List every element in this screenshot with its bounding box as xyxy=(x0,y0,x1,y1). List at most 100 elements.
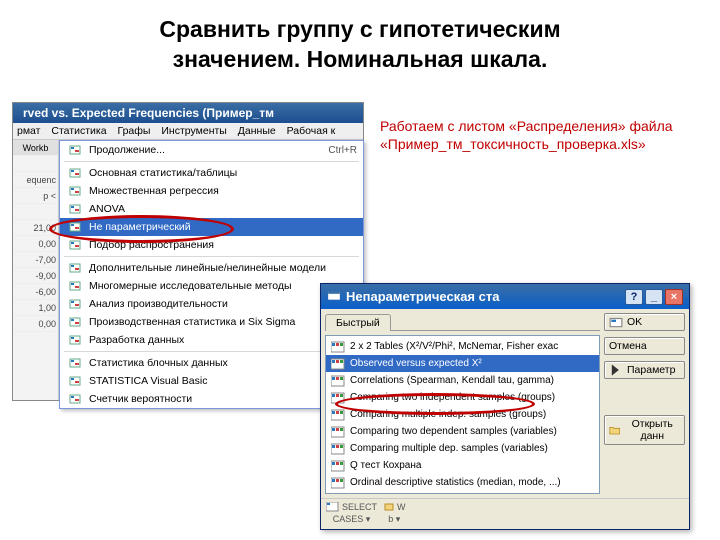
run-icon xyxy=(609,316,623,328)
stats-icon xyxy=(67,315,83,329)
analysis-icon xyxy=(331,426,345,438)
menu-item[interactable]: Разработка данных xyxy=(60,331,363,349)
chevron-down-icon: ▾ xyxy=(396,514,401,524)
list-item-label: Comparing multiple dep. samples (variabl… xyxy=(350,443,548,454)
stats-icon xyxy=(67,261,83,275)
menu-item-label: Основная статистика/таблицы xyxy=(89,167,357,179)
menu-format[interactable]: рмат xyxy=(17,125,40,137)
analysis-icon xyxy=(331,477,345,489)
list-item-label: Correlations (Spearman, Kendall tau, gam… xyxy=(350,375,554,386)
menu-tools[interactable]: Инструменты xyxy=(161,125,226,137)
menu-item[interactable]: Подбор распространения xyxy=(60,236,363,254)
list-item-label: Q тест Кохрана xyxy=(350,460,421,471)
list-item-label: Observed versus expected X² xyxy=(350,358,482,369)
menu-item-label: ANOVA xyxy=(89,203,357,215)
menu-separator xyxy=(64,256,359,257)
minimize-button[interactable]: _ xyxy=(645,289,663,305)
analysis-icon xyxy=(331,341,345,353)
menu-item[interactable]: Счетчик вероятности xyxy=(60,390,363,408)
stats-icon xyxy=(67,333,83,347)
note-line1: Работаем с листом «Распределения» файла xyxy=(380,118,673,134)
dialog-titlebar: Непараметрическая ста ? _ × xyxy=(321,284,689,309)
tab-quick[interactable]: Быстрый xyxy=(325,314,391,331)
folder-open-icon xyxy=(609,424,620,436)
stats-icon xyxy=(67,202,83,216)
analysis-icon xyxy=(331,392,345,404)
menu-item[interactable]: Анализ производительности xyxy=(60,295,363,313)
list-item[interactable]: Comparing two independent samples (group… xyxy=(326,389,599,406)
menu-item[interactable]: Продолжение...Ctrl+R xyxy=(60,141,363,159)
list-item[interactable]: Correlations (Spearman, Kendall tau, gam… xyxy=(326,372,599,389)
window-titlebar: rved vs. Expected Frequencies (Пример_тм xyxy=(13,103,363,123)
menu-item-label: Многомерные исследовательные методы xyxy=(89,280,357,292)
list-item-label: Ordinal descriptive statistics (median, … xyxy=(350,477,561,488)
menu-workbook[interactable]: Рабочая к xyxy=(287,125,336,137)
menu-item[interactable]: Многомерные исследовательные методы xyxy=(60,277,363,295)
help-button[interactable]: ? xyxy=(625,289,643,305)
stats-icon xyxy=(67,279,83,293)
list-item[interactable]: 2 x 2 Tables (X²/V²/Phi², McNemar, Fishe… xyxy=(326,338,599,355)
ok-button[interactable]: OK xyxy=(604,313,685,331)
open-data-button[interactable]: Открыть данн xyxy=(604,415,685,445)
menu-statistics[interactable]: Статистика xyxy=(51,125,106,137)
dialog-icon xyxy=(327,288,341,305)
stats-icon xyxy=(67,238,83,252)
list-item-label: Comparing two independent samples (group… xyxy=(350,392,555,403)
stats-icon xyxy=(67,356,83,370)
stats-icon xyxy=(67,374,83,388)
list-item[interactable]: Observed versus expected X² xyxy=(326,355,599,372)
stats-icon xyxy=(67,143,83,157)
stats-icon xyxy=(67,392,83,406)
menu-item-label: Дополнительные линейные/нелинейные модел… xyxy=(89,262,357,274)
list-item[interactable]: Comparing multiple dep. samples (variabl… xyxy=(326,440,599,457)
chevron-down-icon: ▾ xyxy=(366,514,371,524)
select-cases-dropdown[interactable]: SELECT CASES ▾ xyxy=(326,502,377,524)
dialog-tabs: Быстрый xyxy=(325,313,600,331)
menu-item-label: Разработка данных xyxy=(89,334,357,346)
dialog-footer: SELECT CASES ▾ W b ▾ xyxy=(321,498,689,529)
note-line2: «Пример_тм_токсичность_проверка.xls» xyxy=(380,136,646,152)
menu-item-label: Продолжение... xyxy=(89,144,328,156)
menu-item-label: Не параметрический xyxy=(89,221,357,233)
options-button[interactable]: Параметр xyxy=(604,361,685,379)
list-item[interactable]: Ordinal descriptive statistics (median, … xyxy=(326,474,599,491)
instruction-note: Работаем с листом «Распределения» файла … xyxy=(380,117,715,153)
menu-item[interactable]: Производственная статистика и Six Sigma xyxy=(60,313,363,331)
list-item[interactable]: Comparing two dependent samples (variabl… xyxy=(326,423,599,440)
window-title: rved vs. Expected Frequencies (Пример_тм xyxy=(23,106,274,120)
menu-item[interactable]: ANOVA xyxy=(60,200,363,218)
analysis-icon xyxy=(331,358,345,370)
list-item-label: 2 x 2 Tables (X²/V²/Phi², McNemar, Fishe… xyxy=(350,341,558,352)
list-item-label: Comparing multiple indep. samples (group… xyxy=(350,409,546,420)
list-item[interactable]: Comparing multiple indep. samples (group… xyxy=(326,406,599,423)
slide-title: Сравнить группу с гипотетическим значени… xyxy=(0,15,720,75)
menu-item[interactable]: Статистика блочных данных xyxy=(60,354,363,372)
analysis-listbox[interactable]: 2 x 2 Tables (X²/V²/Phi², McNemar, Fishe… xyxy=(325,335,600,494)
stats-icon xyxy=(67,184,83,198)
menu-item[interactable]: Множественная регрессия xyxy=(60,182,363,200)
close-button[interactable]: × xyxy=(665,289,683,305)
menu-item[interactable]: Не параметрический xyxy=(60,218,363,236)
analysis-icon xyxy=(331,375,345,387)
statistics-dropdown-menu: Продолжение...Ctrl+R Основная статистика/… xyxy=(59,140,364,409)
menu-shortcut: Ctrl+R xyxy=(328,145,357,156)
list-item[interactable]: Q тест Кохрана xyxy=(326,457,599,474)
weight-dropdown[interactable]: W b ▾ xyxy=(383,502,406,524)
dialog-title: Непараметрическая ста xyxy=(346,289,623,304)
menu-item-label: Статистика блочных данных xyxy=(89,357,357,369)
stats-icon xyxy=(67,220,83,234)
menu-item[interactable]: Основная статистика/таблицы xyxy=(60,164,363,182)
title-line1: Сравнить группу с гипотетическим xyxy=(159,16,560,42)
analysis-icon xyxy=(331,409,345,421)
menu-item-label: Множественная регрессия xyxy=(89,185,357,197)
menu-item[interactable]: Дополнительные линейные/нелинейные модел… xyxy=(60,259,363,277)
chevron-right-icon xyxy=(609,364,623,376)
cancel-button[interactable]: Отмена xyxy=(604,337,685,355)
spreadsheet-left-column: Workb equenc p < 21,00 0,00 -7,00 -9,00 … xyxy=(13,140,59,400)
title-line2: значением. Номинальная шкала. xyxy=(173,46,548,72)
menu-graphs[interactable]: Графы xyxy=(117,125,150,137)
menu-data[interactable]: Данные xyxy=(238,125,276,137)
menubar[interactable]: рмат Статистика Графы Инструменты Данные… xyxy=(13,123,363,140)
screenshot-menu: rved vs. Expected Frequencies (Пример_тм… xyxy=(12,102,364,401)
menu-item[interactable]: STATISTICA Visual Basic xyxy=(60,372,363,390)
